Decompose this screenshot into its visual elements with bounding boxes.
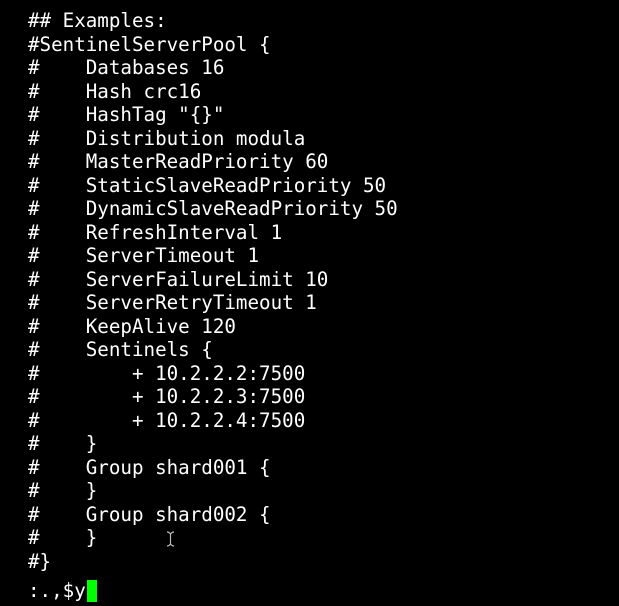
editor-line-17: # + 10.2.2.3:7500 [28, 385, 306, 408]
editor-line-4: # Hash crc16 [28, 79, 202, 103]
editor-line-13: # ServerRetryTimeout 1 [28, 291, 317, 314]
editor-line-5: # HashTag "{}" [28, 103, 225, 126]
command-line[interactable]: :.,$y [28, 579, 97, 603]
editor-line-8: # StaticSlaveReadPriority 50 [28, 173, 387, 197]
terminal-window[interactable]: ## Examples: #SentinelServerPool { # Dat… [0, 0, 619, 606]
editor-line-20: # Group shard001 { [28, 455, 271, 479]
editor-line-21: # } [28, 479, 98, 502]
editor-line-19: # } [28, 432, 98, 455]
editor-line-12: # ServerFailureLimit 10 [28, 267, 329, 291]
editor-line-15: # Sentinels { [28, 338, 213, 361]
editor-line-16: # + 10.2.2.2:7500 [28, 361, 306, 385]
ibeam-cursor-icon [166, 531, 175, 547]
editor-line-22: # Group shard002 { [28, 502, 271, 526]
editor-line-9: # DynamicSlaveReadPriority 50 [28, 197, 398, 220]
editor-line-2: #SentinelServerPool { [28, 32, 271, 56]
editor-line-18: # + 10.2.2.4:7500 [28, 408, 306, 432]
editor-line-11: # ServerTimeout 1 [28, 244, 260, 267]
editor-line-7: # MasterReadPriority 60 [28, 150, 329, 173]
editor-line-10: # RefreshInterval 1 [28, 220, 283, 244]
editor-line-3: # Databases 16 [28, 56, 225, 79]
editor-line-23: # } [28, 526, 98, 549]
text-cursor [86, 580, 97, 602]
command-line-text: :.,$y [28, 579, 86, 602]
editor-line-6: # Distribution modula [28, 126, 306, 150]
editor-buffer[interactable]: ## Examples: #SentinelServerPool { # Dat… [28, 9, 398, 573]
editor-line-24: #} [28, 549, 52, 573]
editor-line-1: ## Examples: [28, 9, 167, 32]
editor-line-14: # KeepAlive 120 [28, 314, 236, 338]
